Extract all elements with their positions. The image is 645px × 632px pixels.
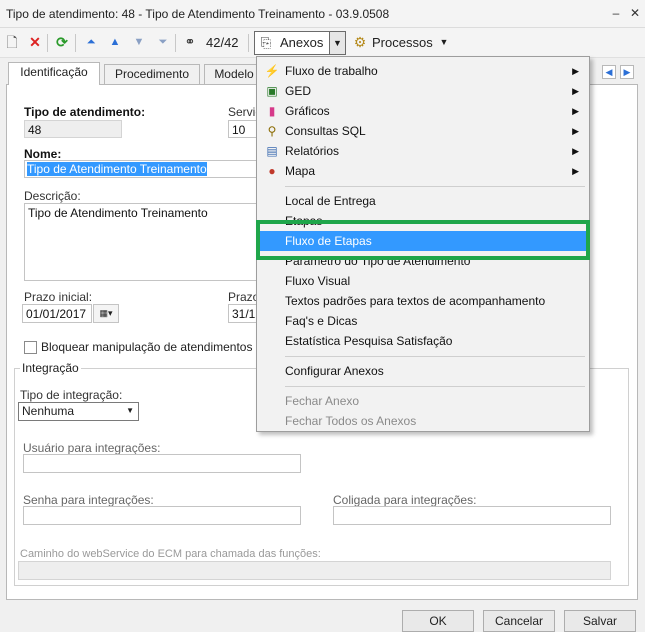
submenu-arrow-icon: ▶ (572, 166, 579, 176)
menu-item-fechar-anexo: Fechar Anexo (285, 394, 360, 408)
descricao-textarea[interactable]: Tipo de Atendimento Treinamento (24, 203, 264, 281)
binoculars-icon[interactable]: ⚭ (182, 34, 198, 50)
menu-item-graficos[interactable]: ▮ Gráficos ▶ (259, 101, 587, 121)
delete-icon[interactable]: ✕ (27, 34, 43, 50)
caminho-field (18, 561, 611, 580)
bloquear-checkbox[interactable] (24, 341, 37, 354)
nome-label: Nome: (24, 147, 62, 161)
menu-separator (285, 386, 585, 387)
paperclip-icon: ⎘ (260, 35, 272, 50)
coligada-label: Coligada para integrações: (333, 493, 477, 507)
menu-separator (285, 186, 585, 187)
menu-item-ged[interactable]: ▣ GED ▶ (259, 81, 587, 101)
descricao-label: Descrição: (24, 189, 81, 203)
report-icon: ▤ (266, 144, 278, 158)
menu-item-local-de-entrega[interactable]: Local de Entrega (259, 191, 587, 211)
last-icon[interactable]: ⏷ (155, 34, 171, 50)
toolbar-separator (248, 34, 249, 52)
highlight-annotation-box (256, 220, 590, 260)
tipo-atendimento-label: Tipo de atendimento: (24, 105, 146, 119)
menu-item-estatistica-pesquisa[interactable]: Estatística Pesquisa Satisfação (259, 331, 587, 351)
nome-selected-text: Tipo de Atendimento Treinamento (27, 162, 207, 176)
tab-modelo[interactable]: Modelo (204, 64, 264, 85)
toolbar-separator (175, 34, 176, 52)
tab-identificacao[interactable]: Identificação (8, 62, 100, 85)
new-icon[interactable]: 🗋 (4, 34, 20, 50)
menu-item-relatorios[interactable]: ▤ Relatórios ▶ (259, 141, 587, 161)
menu-item-configurar-anexos[interactable]: Configurar Anexos (259, 361, 587, 381)
tipo-integracao-label: Tipo de integração: (20, 388, 123, 402)
coligada-field[interactable] (333, 506, 611, 525)
first-icon[interactable]: ⏶ (83, 34, 99, 50)
submenu-arrow-icon: ▶ (572, 106, 579, 116)
menu-separator (285, 356, 585, 357)
chart-icon: ▮ (268, 104, 276, 118)
menu-item-label: Fluxo de trabalho (285, 64, 378, 78)
processos-chevron-down-icon[interactable]: ▼ (436, 34, 452, 50)
menu-item-label: Consultas SQL (285, 124, 366, 138)
menu-item-label: Mapa (285, 164, 316, 178)
calendar-dropdown-button[interactable]: ▦▾ (93, 304, 119, 323)
submenu-arrow-icon: ▶ (572, 86, 579, 96)
map-pin-icon: ● (268, 164, 276, 178)
bloquear-label: Bloquear manipulação de atendimentos des… (41, 340, 286, 354)
submenu-arrow-icon: ▶ (572, 66, 579, 76)
toolbar-separator (75, 34, 76, 52)
prazo-final-label: Prazo (228, 290, 260, 304)
senha-field[interactable] (23, 506, 301, 525)
title-bar: Tipo de atendimento: 48 - Tipo de Atendi… (0, 0, 645, 28)
window-title: Tipo de atendimento: 48 - Tipo de Atendi… (6, 7, 390, 21)
menu-item-faqs-e-dicas[interactable]: Faq's e Dicas (259, 311, 587, 331)
processos-button[interactable]: Processos (372, 33, 433, 53)
anexos-button[interactable]: ⎘ Anexos (254, 31, 330, 55)
calendar-icon: ▦▾ (99, 308, 113, 318)
menu-item-label: Relatórios (285, 144, 340, 158)
anexos-label: Anexos (280, 35, 324, 50)
next-icon[interactable]: ▼ (131, 34, 147, 50)
tipo-integracao-select[interactable]: Nenhuma ▼ (18, 402, 139, 421)
menu-item-fluxo-visual[interactable]: Fluxo Visual (259, 271, 587, 291)
usuario-label: Usuário para integrações: (23, 441, 161, 455)
toolbar-separator (47, 34, 48, 52)
menu-item-consultas-sql[interactable]: ⚲ Consultas SQL ▶ (259, 121, 587, 141)
prazo-inicial-field[interactable]: 01/01/2017 (22, 304, 92, 323)
menu-item-textos-padroes[interactable]: Textos padrões para textos de acompanham… (259, 291, 587, 311)
workflow-icon: ⚡ (264, 64, 280, 78)
menu-item-mapa[interactable]: ● Mapa ▶ (259, 161, 587, 181)
close-button[interactable]: ✕ (627, 5, 643, 21)
toolbar: 🗋 ✕ ⟳ ⏶ ▲ ▼ ⏷ ⚭ 42/42 ⎘ Anexos ▼ ⚙ Proce… (0, 28, 645, 58)
integracao-group-title: Integração (20, 361, 81, 375)
chevron-down-icon: ▼ (333, 38, 342, 48)
ged-icon: ▣ (266, 84, 278, 98)
gear-icon[interactable]: ⚙ (352, 34, 368, 50)
menu-item-fluxo-de-trabalho[interactable]: ⚡ Fluxo de trabalho ▶ (259, 61, 587, 81)
minimize-button[interactable]: – (608, 5, 624, 21)
tab-scroll-left-icon[interactable]: ◀ (602, 65, 616, 79)
submenu-arrow-icon: ▶ (572, 146, 579, 156)
nome-field[interactable]: Tipo de Atendimento Treinamento (24, 160, 264, 178)
tipo-atendimento-field: 48 (24, 120, 122, 138)
senha-label: Senha para integrações: (23, 493, 154, 507)
prazo-inicial-label: Prazo inicial: (24, 290, 93, 304)
sql-query-icon: ⚲ (267, 124, 277, 138)
usuario-field[interactable] (23, 454, 301, 473)
caminho-label: Caminho do webService do ECM para chamad… (20, 548, 321, 560)
submenu-arrow-icon: ▶ (572, 126, 579, 136)
previous-icon[interactable]: ▲ (107, 34, 123, 50)
tab-scroll-right-icon[interactable]: ▶ (620, 65, 634, 79)
refresh-icon[interactable]: ⟳ (54, 34, 70, 50)
menu-item-fechar-todos-anexos: Fechar Todos os Anexos (285, 414, 417, 428)
record-position: 42/42 (206, 35, 239, 50)
tipo-integracao-value: Nenhuma (22, 404, 75, 418)
menu-item-label: GED (285, 84, 312, 98)
select-chevron-down-icon: ▼ (126, 406, 134, 415)
menu-item-label: Gráficos (285, 104, 330, 118)
anexos-dropdown-button[interactable]: ▼ (330, 31, 346, 55)
tab-procedimento[interactable]: Procedimento (104, 64, 200, 85)
